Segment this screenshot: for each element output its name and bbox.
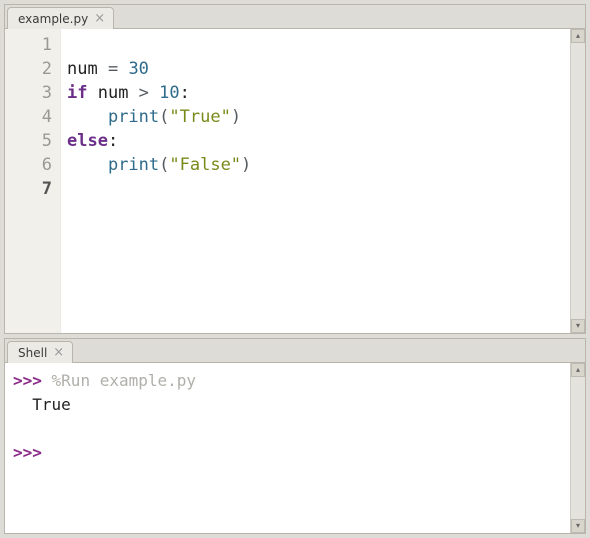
line-number: 2 [5, 57, 52, 81]
line-number: 1 [5, 33, 52, 57]
line-number: 7 [5, 177, 52, 201]
code-line: if num > 10: [67, 81, 564, 105]
editor-scrollbar[interactable]: ▴ ▾ [570, 29, 585, 333]
editor-content: 1 2 3 4 5 6 7 num = 30if num > 10: print… [5, 29, 585, 333]
shell-tab-bar: Shell × [5, 339, 585, 363]
scroll-down-icon[interactable]: ▾ [571, 319, 585, 333]
shell-scrollbar[interactable]: ▴ ▾ [570, 363, 585, 533]
code-line: print("False") [67, 153, 564, 177]
shell-tab[interactable]: Shell × [7, 341, 73, 363]
code-line: num = 30 [67, 57, 564, 81]
scroll-up-icon[interactable]: ▴ [571, 363, 585, 377]
shell-line: >>> %Run example.py [13, 369, 562, 393]
scroll-up-icon[interactable]: ▴ [571, 29, 585, 43]
shell-line [13, 417, 562, 441]
line-number-gutter: 1 2 3 4 5 6 7 [5, 29, 61, 333]
close-icon[interactable]: × [53, 346, 64, 359]
code-line [67, 33, 564, 57]
code-area[interactable]: num = 30if num > 10: print("True")else: … [61, 29, 570, 333]
close-icon[interactable]: × [94, 12, 105, 25]
editor-tab-bar: example.py × [5, 5, 585, 29]
line-number: 3 [5, 81, 52, 105]
code-line: print("True") [67, 105, 564, 129]
code-line: else: [67, 129, 564, 153]
shell-content-wrap: >>> %Run example.py True >>> ▴ ▾ [5, 363, 585, 533]
editor-tab-label: example.py [18, 12, 88, 26]
editor-tab[interactable]: example.py × [7, 7, 114, 29]
shell-output-line: True [13, 393, 562, 417]
shell-prompt-line: >>> [13, 441, 562, 465]
scroll-down-icon[interactable]: ▾ [571, 519, 585, 533]
code-line [67, 177, 564, 201]
shell-tab-label: Shell [18, 346, 47, 360]
shell-area[interactable]: >>> %Run example.py True >>> [5, 363, 570, 533]
editor-panel: example.py × 1 2 3 4 5 6 7 num = 30if nu… [4, 4, 586, 334]
line-number: 5 [5, 129, 52, 153]
shell-panel: Shell × >>> %Run example.py True >>> ▴ ▾ [4, 338, 586, 534]
line-number: 4 [5, 105, 52, 129]
line-number: 6 [5, 153, 52, 177]
